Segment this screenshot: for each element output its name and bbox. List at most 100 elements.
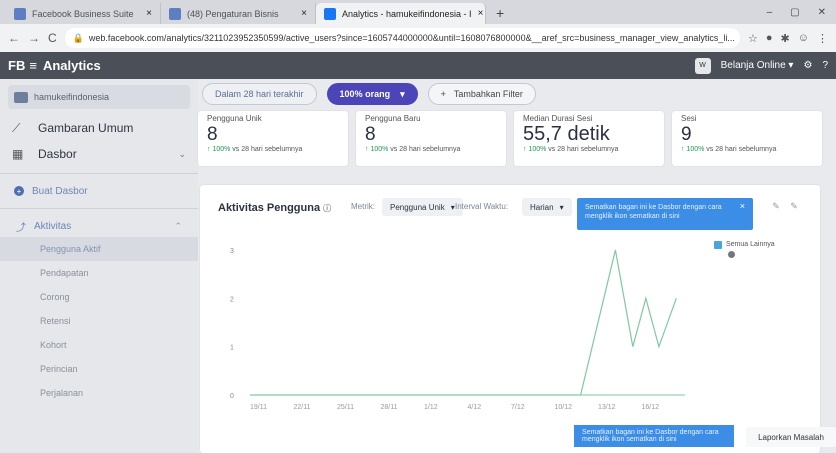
chevron-down-icon: ⌄: [178, 148, 186, 159]
tab-title: Facebook Business Suite: [32, 8, 134, 19]
user-activity-panel: Aktivitas Pengguna ⓘ Metrik: Pengguna Un…: [200, 185, 820, 453]
back-icon[interactable]: ←: [8, 31, 20, 45]
metric-label: Median Durasi Sesi: [523, 114, 593, 123]
metric-card-median-session[interactable]: Median Durasi Sesi 55,7 detik ↑ 100% vs …: [514, 111, 664, 166]
page-avatar: W: [694, 57, 711, 74]
account-selector[interactable]: hamukeifindonesia: [8, 85, 190, 109]
facebook-icon: [169, 7, 181, 20]
metric-card-new-users[interactable]: Pengguna Baru 8 ↑ 100% vs 28 hari sebelu…: [356, 111, 506, 166]
sidebar-item-dashboard[interactable]: ▦ Dasbor ⌄: [0, 141, 198, 167]
help-icon[interactable]: ?: [822, 60, 828, 71]
interval-dropdown[interactable]: Harian ▾: [522, 198, 572, 216]
metric-card-unique-users[interactable]: Pengguna Unik 8 ↑ 100% vs 28 hari sebelu…: [198, 111, 348, 166]
metric-label: Metrik:: [351, 202, 375, 211]
metric-delta: ↑ 100%: [523, 146, 547, 153]
puzzle-icon[interactable]: ✱: [781, 32, 790, 45]
chevron-up-icon: ⌃: [174, 220, 182, 231]
add-filter-button[interactable]: + Tambahkan Filter: [427, 83, 536, 105]
x-tick-label: 4/12: [468, 404, 482, 411]
maximize-icon[interactable]: ▢: [790, 7, 799, 18]
date-range-label: Dalam 28 hari terakhir: [215, 89, 304, 99]
pin-tooltip: Sematkan bagan ini ke Dasbor dengan cara…: [577, 198, 753, 230]
caret-down-icon: ▾: [559, 202, 564, 212]
chart-legend[interactable]: Semua Lainnya: [714, 241, 775, 258]
extension-icon[interactable]: ●: [766, 32, 773, 45]
x-tick-label: 22/11: [294, 404, 311, 411]
sidebar-subitem[interactable]: Kohort: [0, 333, 198, 357]
metric-value: 55,7 detik: [523, 123, 610, 145]
sidebar-subitem[interactable]: Perincian: [0, 357, 198, 381]
metric-delta: ↑ 100%: [365, 146, 389, 153]
info-icon[interactable]: [728, 251, 735, 258]
activity-icon: ⤴: [16, 222, 26, 234]
account-name: Belanja Online: [720, 60, 786, 71]
interval-label: Interval Waktu:: [455, 202, 509, 211]
metric-cards: Pengguna Unik 8 ↑ 100% vs 28 hari sebelu…: [198, 111, 822, 166]
close-icon[interactable]: ×: [301, 8, 307, 19]
close-icon[interactable]: ×: [146, 8, 152, 19]
profile-icon[interactable]: ☺: [798, 32, 809, 45]
menu-icon[interactable]: ≡: [29, 58, 37, 73]
panel-title-text: Aktivitas Pengguna: [218, 202, 321, 214]
series-line[interactable]: [250, 249, 677, 396]
panel-title: Aktivitas Pengguna ⓘ: [218, 202, 331, 214]
x-tick-label: 16/12: [642, 404, 660, 411]
sidebar-subitem[interactable]: Retensi: [0, 309, 198, 333]
reload-icon[interactable]: C: [48, 31, 57, 45]
page-icon: [14, 91, 28, 103]
metric-comparison-text: vs 28 hari sebelumnya: [230, 146, 303, 153]
report-label: Laporkan Masalah: [758, 432, 824, 442]
divider: [0, 208, 198, 209]
sidebar-subitem[interactable]: Perjalanan: [0, 381, 198, 405]
new-tab-icon[interactable]: +: [486, 5, 514, 24]
date-range-filter[interactable]: Dalam 28 hari terakhir: [202, 83, 317, 105]
close-icon[interactable]: ×: [478, 8, 484, 19]
url-text: web.facebook.com/analytics/3211023952350…: [88, 33, 735, 43]
create-dashboard-button[interactable]: + Buat Dasbor: [0, 180, 198, 202]
sidebar-item-label: Dasbor: [38, 147, 77, 161]
star-icon[interactable]: ☆: [748, 32, 758, 45]
metric-value: 9: [681, 124, 692, 145]
metric-card-sessions[interactable]: Sesi 9 ↑ 100% vs 28 hari sebelumnya: [672, 111, 822, 166]
bottom-tooltip: Sematkan bagan ini ke Dasbor dengan cara…: [574, 425, 734, 447]
main-content: Dalam 28 hari terakhir 100% orang ▾ + Ta…: [198, 79, 836, 453]
checkbox-icon[interactable]: [714, 241, 722, 249]
sidebar-subitem[interactable]: Corong: [0, 285, 198, 309]
close-icon[interactable]: ×: [740, 202, 745, 211]
account-label: hamukeifindonesia: [34, 92, 110, 102]
info-icon[interactable]: ⓘ: [323, 204, 331, 213]
sidebar-item-overview[interactable]: ⟋ Gambaran Umum: [0, 115, 198, 141]
sidebar: hamukeifindonesia ⟋ Gambaran Umum ▦ Dasb…: [0, 79, 198, 453]
pin-icon[interactable]: ✎: [768, 198, 784, 214]
extensions: ☆ ● ✱ ☺ ⋮: [748, 32, 828, 45]
x-tick-label: 28/11: [381, 404, 398, 411]
close-window-icon[interactable]: ✕: [818, 7, 826, 18]
metric-dropdown[interactable]: Pengguna Unik ▾: [382, 198, 463, 216]
metric-comparison: ↑ 100% vs 28 hari sebelumnya: [365, 146, 497, 153]
tab-title: Analytics - hamukeifindonesia - I: [342, 8, 472, 19]
forward-icon[interactable]: →: [28, 31, 40, 45]
tab-business-suite[interactable]: Facebook Business Suite ×: [6, 3, 161, 24]
metric-label: Sesi: [681, 114, 697, 123]
tab-business-settings[interactable]: (48) Pengaturan Bisnis ×: [161, 3, 316, 24]
sidebar-subitem[interactable]: Pendapatan: [0, 261, 198, 285]
audience-filter[interactable]: 100% orang ▾: [326, 83, 418, 105]
account-switcher[interactable]: Belanja Online ▾: [721, 60, 794, 71]
pushpin-icon[interactable]: ✎: [786, 198, 802, 214]
menu-icon[interactable]: ⋮: [817, 32, 828, 45]
report-problem-button[interactable]: Laporkan Masalah: [746, 427, 836, 447]
url-input[interactable]: 🔒 web.facebook.com/analytics/32110239523…: [64, 28, 741, 48]
facebook-icon: [324, 7, 336, 20]
window-controls: – ▢ ✕: [757, 7, 836, 24]
minimize-icon[interactable]: –: [767, 7, 773, 18]
gear-icon[interactable]: ⚙: [803, 60, 812, 71]
sidebar-item-label: Gambaran Umum: [38, 121, 134, 135]
sidebar-subitem[interactable]: Pengguna Aktif: [0, 237, 198, 261]
tab-analytics[interactable]: Analytics - hamukeifindonesia - I ×: [316, 3, 486, 24]
interval-selected: Harian: [530, 202, 554, 212]
caret-down-icon: ▾: [400, 88, 405, 99]
sidebar-section-activity[interactable]: ⤴ Aktivitas ⌃: [0, 215, 198, 237]
metric-comparison-text: vs 28 hari sebelumnya: [546, 146, 619, 153]
activity-subitems: Pengguna Aktif Pendapatan Corong Retensi Koh…: [0, 237, 198, 405]
y-tick-label: 2: [230, 296, 234, 303]
